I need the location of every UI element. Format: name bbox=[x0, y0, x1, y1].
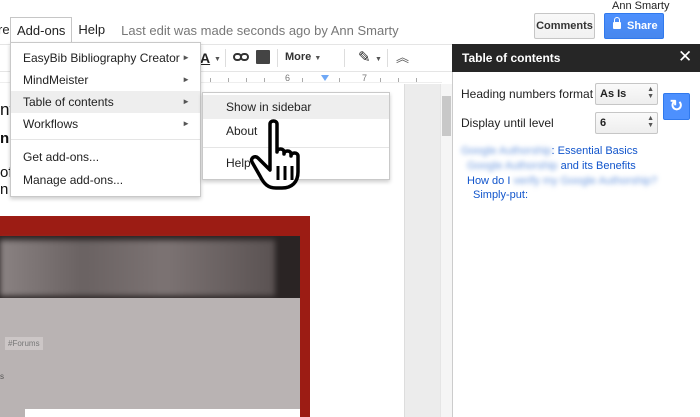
display-level-label: Display until level bbox=[461, 116, 554, 130]
updown-icon: ▲ ▼ bbox=[647, 115, 654, 129]
toc-entry-blurred: verify my Google Authorship? bbox=[513, 175, 658, 187]
menu-item-label: Workflows bbox=[23, 117, 79, 131]
menu-item-mindmeister[interactable]: MindMeister ► bbox=[11, 69, 200, 91]
embedded-image-card bbox=[25, 409, 300, 417]
submenu-arrow-icon: ► bbox=[182, 53, 190, 62]
menu-item-get-addons[interactable]: Get add-ons... bbox=[11, 146, 200, 168]
document-text: n bbox=[0, 130, 10, 147]
menu-item-table-of-contents[interactable]: Table of contents ► bbox=[11, 91, 200, 113]
submenu-arrow-icon: ► bbox=[182, 75, 190, 84]
menu-item-manage-addons[interactable]: Manage add-ons... bbox=[11, 169, 200, 191]
hand-cursor-icon bbox=[249, 119, 300, 190]
toc-entry-text: and its Benefits bbox=[557, 160, 636, 172]
menu-item-tools[interactable]: re bbox=[0, 17, 10, 43]
display-level-select[interactable]: 6 ▲ ▼ bbox=[595, 112, 658, 134]
embedded-image-tag: #Forums bbox=[5, 337, 43, 350]
scrollbar-thumb[interactable] bbox=[442, 96, 451, 136]
ruler-tick bbox=[398, 78, 399, 82]
toc-entry-text: : Essential Basics bbox=[551, 145, 638, 157]
chevron-down-icon: ▼ bbox=[314, 55, 322, 62]
menu-item-label: MindMeister bbox=[23, 73, 89, 87]
menu-item-show-in-sidebar[interactable]: Show in sidebar bbox=[203, 95, 389, 119]
toc-entry[interactable]: Google Authorship: Essential Basics bbox=[461, 145, 638, 157]
ruler-tick bbox=[380, 78, 381, 82]
user-name[interactable]: Ann Smarty bbox=[612, 0, 669, 12]
menu-item-help[interactable]: Help bbox=[72, 17, 111, 43]
ruler-tick bbox=[302, 78, 303, 82]
ruler-tick bbox=[416, 78, 417, 82]
menu-item-label: EasyBib Bibliography Creator bbox=[23, 51, 180, 65]
updown-icon: ▲ ▼ bbox=[647, 86, 654, 100]
toolbar-divider bbox=[225, 49, 226, 67]
close-icon[interactable]: ✕ bbox=[678, 46, 692, 68]
more-label: More bbox=[285, 51, 312, 63]
toolbar-divider bbox=[387, 49, 388, 67]
toc-entry[interactable]: How do I verify my Google Authorship? bbox=[467, 175, 657, 187]
menu-item-workflows[interactable]: Workflows ► bbox=[11, 113, 200, 135]
menu-bar: re Add-ons Help Last edit was made secon… bbox=[0, 16, 700, 44]
toc-entry-text: How do I bbox=[467, 175, 514, 187]
toc-entry-blurred: Google Authorship bbox=[461, 145, 552, 157]
menu-divider bbox=[11, 139, 200, 140]
refresh-icon: ↻ bbox=[669, 98, 684, 115]
display-level-value: 6 bbox=[600, 117, 607, 129]
submenu-arrow-icon: ► bbox=[182, 97, 190, 106]
toc-entry[interactable]: Google Authorship and its Benefits bbox=[467, 160, 636, 172]
collapse-icon[interactable]: ︽ bbox=[396, 47, 409, 66]
toc-entry[interactable]: Simply-put: bbox=[473, 189, 528, 201]
ruler-tick bbox=[264, 78, 265, 82]
ruler-tick bbox=[339, 78, 340, 82]
heading-format-label: Heading numbers format bbox=[461, 87, 594, 101]
pencil-icon[interactable]: ✎ bbox=[358, 48, 371, 66]
ruler-label: 6 bbox=[285, 73, 291, 83]
toc-entry-text: Simply-put: bbox=[473, 189, 529, 201]
menu-item-label: Table of contents bbox=[23, 95, 114, 109]
ruler-tick bbox=[210, 78, 211, 82]
link-icon[interactable] bbox=[233, 51, 249, 63]
ruler-tick bbox=[246, 78, 247, 82]
chevron-down-icon[interactable]: ▼ bbox=[375, 56, 382, 63]
ruler-label: 7 bbox=[362, 73, 368, 83]
menu-item-addons[interactable]: Add-ons bbox=[10, 17, 73, 44]
toc-entry-blurred: Google Authorship bbox=[467, 160, 558, 172]
ruler-tick bbox=[228, 78, 229, 82]
submenu-arrow-icon: ► bbox=[182, 119, 190, 128]
last-edit-status[interactable]: Last edit was made seconds ago by Ann Sm… bbox=[121, 23, 399, 38]
embedded-image-text: s bbox=[0, 372, 4, 381]
font-color-icon[interactable]: A bbox=[200, 50, 210, 66]
refresh-button[interactable]: ↻ bbox=[663, 93, 690, 120]
heading-format-select[interactable]: As Is ▲ ▼ bbox=[595, 83, 658, 105]
toolbar-divider bbox=[277, 49, 278, 67]
comment-icon[interactable] bbox=[256, 50, 270, 64]
heading-format-value: As Is bbox=[600, 88, 627, 100]
embedded-image-body bbox=[0, 298, 300, 417]
sidebar-title: Table of contents bbox=[452, 44, 700, 72]
indent-marker[interactable] bbox=[321, 75, 329, 81]
embedded-image-blurred bbox=[0, 240, 275, 296]
addons-menu: EasyBib Bibliography Creator ► MindMeiste… bbox=[10, 42, 201, 197]
document-text: n bbox=[0, 181, 9, 198]
chevron-down-icon[interactable]: ▼ bbox=[214, 56, 221, 63]
toolbar-divider bbox=[344, 49, 345, 67]
more-button[interactable]: More ▼ bbox=[285, 51, 321, 63]
menu-item-easybib[interactable]: EasyBib Bibliography Creator ► bbox=[11, 47, 200, 69]
